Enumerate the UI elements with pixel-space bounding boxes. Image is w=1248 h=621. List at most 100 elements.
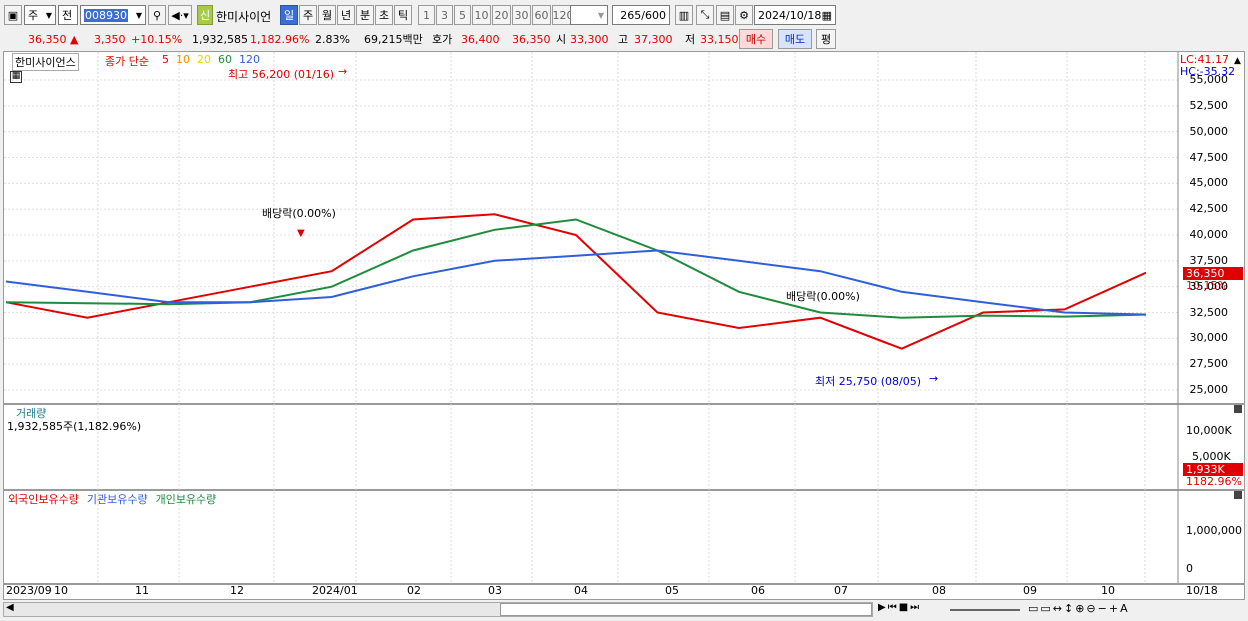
gear-icon[interactable]: ⚙	[735, 5, 753, 25]
price-ytick: 37,500	[1189, 253, 1229, 267]
holdings-legend-item: 기관보유수량	[86, 493, 148, 506]
x-axis-tick: 03	[488, 584, 502, 597]
range-value: 전	[62, 9, 73, 22]
arrow-down-icon: ▼	[297, 228, 305, 239]
volume-panel[interactable]	[3, 404, 1245, 490]
minute-custom-select[interactable]: ▼	[570, 5, 608, 25]
turnover-rate: 2.83%	[315, 32, 350, 46]
ma-legend-item: 120	[239, 53, 260, 66]
x-axis-tick: 2024/01	[312, 584, 358, 597]
x-axis-tick: 02	[407, 584, 421, 597]
toolbar-icons[interactable]: ▭▭↔↕⊕⊖−+A	[1028, 602, 1130, 615]
price-ytick: 27,500	[1189, 357, 1229, 371]
range-select[interactable]: 전	[58, 5, 78, 25]
volume-pct: 1,182.96%	[250, 32, 310, 46]
stock-code-input[interactable]: 008930 ▼	[80, 5, 146, 25]
chart-type-select[interactable]: 주 ▼	[24, 5, 56, 25]
x-axis-tick: 10	[54, 584, 68, 597]
candle-icon[interactable]: ▥	[675, 5, 693, 25]
period-button[interactable]: 일	[280, 5, 298, 25]
calendar-icon[interactable]: ▦	[822, 9, 832, 22]
stock-name: 한미사이언	[216, 10, 272, 24]
chart-type-value: 주	[28, 9, 39, 22]
layout-icon[interactable]: ▣	[4, 5, 22, 25]
price-change: 3,350	[94, 32, 126, 46]
ma-legend-item: 20	[197, 53, 211, 66]
low-label: 저	[685, 33, 696, 46]
price-ytick: 47,500	[1189, 150, 1229, 164]
hoga-bid: 36,350	[512, 32, 551, 46]
open-label: 시	[556, 33, 567, 46]
price-ytick: 50,000	[1189, 124, 1229, 138]
period-button[interactable]: 초	[375, 5, 393, 25]
arrow-right-icon: →	[338, 65, 348, 78]
sell-button[interactable]: 매도	[778, 29, 812, 49]
zoom-slider[interactable]	[950, 609, 1020, 611]
price-ytick: 32,500	[1189, 305, 1229, 319]
holdings-legend-item: 개인보유수량	[155, 493, 217, 506]
stock-code-value: 008930	[84, 8, 128, 22]
period-button[interactable]: 주	[299, 5, 317, 25]
price-ytick: 30,000	[1189, 331, 1229, 345]
dividend-annotation-2: 배당락(0.00%)	[786, 290, 860, 303]
chevron-down-icon: ▼	[597, 10, 604, 20]
minute-button[interactable]: 3	[436, 5, 453, 25]
arrow-right-icon: →	[929, 372, 939, 385]
scroll-left-icon[interactable]: ◀	[6, 602, 14, 613]
holdings-ytick-1: 1,000,000	[1186, 524, 1242, 537]
price-change-pct: +10.15%	[131, 32, 183, 46]
x-axis-tick: 05	[665, 584, 679, 597]
panel-close-icon[interactable]	[1234, 405, 1242, 413]
search-icon[interactable]: ⚲	[148, 5, 166, 25]
x-axis-tick: 07	[834, 584, 848, 597]
price-ytick: 25,000	[1189, 383, 1229, 396]
sound-icon[interactable]: ◀·▾	[168, 5, 192, 25]
count-input[interactable]: 265/600	[612, 5, 670, 25]
minute-button[interactable]: 30	[512, 5, 531, 25]
legend-series-label: 종가 단순	[105, 55, 149, 68]
minute-button[interactable]: 5	[454, 5, 471, 25]
evaluation-button[interactable]: 평	[816, 29, 836, 49]
x-axis-tick: 2023/09	[6, 584, 52, 597]
price-ytick: 55,000	[1189, 73, 1229, 86]
period-button[interactable]: 분	[356, 5, 374, 25]
x-axis-tick: 08	[932, 584, 946, 597]
high-price: 37,300	[634, 32, 673, 46]
low-price: 33,150	[700, 32, 739, 46]
ma-legend-item: 5	[162, 53, 169, 66]
panel-close-icon[interactable]	[1234, 491, 1242, 499]
scroll-thumb[interactable]	[500, 603, 872, 616]
volume-pct-badge: 1182.96%	[1186, 475, 1242, 488]
scroll-up-icon[interactable]: ▲	[1234, 56, 1241, 66]
minute-button[interactable]: 1	[418, 5, 435, 25]
volume-ytick-2: 5,000K	[1192, 450, 1231, 463]
open-price: 33,300	[570, 32, 609, 46]
save-icon[interactable]: ▤	[716, 5, 734, 25]
play-controls[interactable]: ▶⏮■⏭	[878, 602, 921, 613]
period-button[interactable]: 틱	[394, 5, 412, 25]
holdings-ytick-2: 0	[1186, 562, 1193, 575]
trade-amount: 69,215백만	[364, 33, 423, 46]
drawing-tool-icon[interactable]: ⤡	[696, 5, 714, 25]
date-value: 2024/10/18	[758, 8, 822, 22]
price-ytick: 35,000	[1189, 279, 1229, 293]
current-price: 36,350 ▲	[28, 32, 79, 46]
price-ytick: 45,000	[1189, 176, 1229, 190]
buy-button[interactable]: 매수	[739, 29, 773, 49]
new-badge-label: 신	[199, 9, 211, 22]
stock-legend-name: 한미사이언스	[12, 53, 79, 71]
minute-button[interactable]: 20	[492, 5, 511, 25]
x-axis-tick: 06	[751, 584, 765, 597]
x-axis-bar	[3, 584, 1245, 600]
price-ytick: 40,000	[1189, 228, 1229, 241]
count-value: 265	[620, 8, 642, 22]
period-button[interactable]: 년	[337, 5, 355, 25]
date-input[interactable]: 2024/10/18 ▦	[754, 5, 836, 25]
minute-button[interactable]: 10	[472, 5, 491, 25]
price-panel[interactable]	[3, 51, 1245, 404]
grid-icon[interactable]: ▦	[10, 71, 22, 83]
minute-button[interactable]: 60	[532, 5, 551, 25]
x-axis-tick: 09	[1023, 584, 1037, 597]
chevron-down-icon: ▼	[135, 10, 142, 20]
period-button[interactable]: 월	[318, 5, 336, 25]
